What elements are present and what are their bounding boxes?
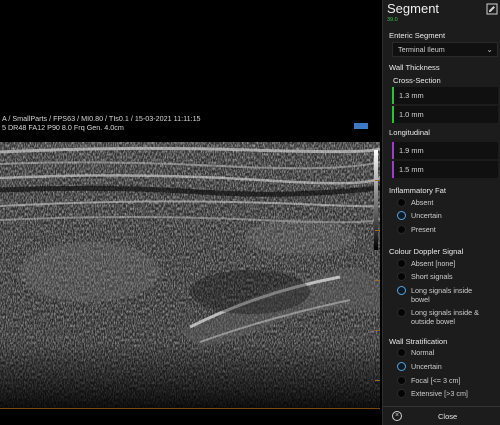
radio-label: Extensive [>3 cm] [411, 389, 468, 398]
depth-tick [375, 230, 380, 231]
ultrasound-viewport: A / SmallParts / FPS63 / MI0.80 / TIs0.1… [0, 0, 380, 425]
image-bottom-rule [0, 408, 380, 409]
panel-title: Segment [387, 1, 440, 16]
radio-button [397, 308, 406, 317]
radio-button-selected [397, 286, 406, 295]
segment-panel: Segment 39.0 Enteric Segment Terminal Il… [382, 0, 500, 425]
radio-button [397, 376, 406, 385]
radio-label: Focal [<= 3 cm] [411, 376, 461, 385]
radio-label: Present [411, 225, 436, 234]
radio-button-selected [397, 362, 406, 371]
enteric-segment-select[interactable]: Terminal Ileum ⌄ [392, 42, 498, 57]
wall-thickness-label: Wall Thickness [389, 63, 440, 72]
radio-label: Uncertain [411, 362, 442, 371]
depth-tick [375, 330, 380, 331]
longitudinal-measurement-1[interactable]: 1.9 mm [392, 142, 498, 159]
radio-button [397, 259, 406, 268]
scan-info-line-2: 5 DR48 FA12 P90 8.0 Frq Gen. 4.0cm [2, 123, 124, 132]
measurement-value: 1.5 mm [399, 165, 424, 174]
radio-button [397, 389, 406, 398]
cross-section-color-bar [392, 87, 394, 104]
cross-section-color-bar [392, 106, 394, 123]
radio-label: Absent [411, 198, 434, 207]
radio-button [397, 225, 406, 234]
measurement-value: 1.9 mm [399, 146, 424, 155]
close-label: Close [438, 412, 458, 421]
enteric-segment-value: Terminal Ileum [398, 45, 445, 54]
radio-label: Short signals [411, 272, 453, 281]
close-icon: × [392, 411, 402, 421]
longitudinal-color-bar [392, 142, 394, 159]
radio-label: Uncertain [411, 211, 442, 220]
edit-icon[interactable] [486, 3, 498, 15]
chevron-down-icon: ⌄ [486, 45, 493, 54]
radio-button [397, 272, 406, 281]
measurement-value: 1.0 mm [399, 110, 424, 119]
depth-tick [375, 180, 380, 181]
radio-label: Long signals inside bowel [411, 286, 473, 304]
panel-subtitle: 39.0 [387, 17, 398, 23]
measurement-value: 1.3 mm [399, 91, 424, 100]
cross-section-measurement-1[interactable]: 1.3 mm [392, 87, 498, 104]
depth-tick [375, 280, 380, 281]
depth-tick [375, 380, 380, 381]
close-button[interactable]: × Close [383, 407, 500, 425]
wall-stratification-label: Wall Stratification [389, 337, 448, 346]
probe-orientation-marker [354, 123, 368, 129]
radio-button [397, 198, 406, 207]
radio-button [397, 348, 406, 357]
inflammatory-fat-label: Inflammatory Fat [389, 186, 446, 195]
cross-section-measurement-2[interactable]: 1.0 mm [392, 106, 498, 123]
cross-section-label: Cross-Section [393, 76, 441, 85]
scan-info-line-1: A / SmallParts / FPS63 / MI0.80 / TIs0.1… [2, 114, 201, 123]
radio-label: Absent [none] [411, 259, 456, 268]
radio-label: Long signals inside & outside bowel [411, 308, 479, 326]
longitudinal-color-bar [392, 161, 394, 178]
longitudinal-measurement-2[interactable]: 1.5 mm [392, 161, 498, 178]
enteric-segment-label: Enteric Segment [389, 31, 446, 40]
radio-label: Normal [411, 348, 435, 357]
colour-doppler-label: Colour Doppler Signal [389, 247, 464, 256]
longitudinal-label: Longitudinal [389, 128, 430, 137]
grayscale-bar [374, 150, 378, 250]
ultrasound-image [0, 142, 380, 408]
radio-button-selected [397, 211, 406, 220]
